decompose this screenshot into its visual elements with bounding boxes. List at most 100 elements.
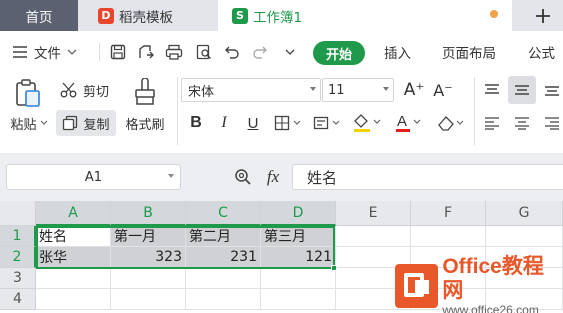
- row-header-label: 4: [13, 291, 22, 307]
- cell-f1[interactable]: [411, 226, 486, 247]
- cell-c3[interactable]: [186, 268, 261, 289]
- underline-icon: U: [247, 114, 259, 132]
- align-right-button[interactable]: [541, 111, 563, 135]
- name-box[interactable]: A1: [6, 164, 181, 190]
- menu-bar: 文件 开始 插入 页面布局 公式: [0, 31, 563, 73]
- cell-a4[interactable]: [36, 289, 111, 310]
- border-button[interactable]: [272, 110, 306, 136]
- align-middle-button[interactable]: [508, 76, 536, 104]
- paste-button[interactable]: [12, 77, 44, 109]
- clipboard-icon: [16, 79, 40, 107]
- underline-button[interactable]: U: [242, 110, 264, 136]
- formula-input[interactable]: 姓名: [292, 164, 563, 190]
- chevron-down-icon: [310, 87, 316, 91]
- format-painter-button[interactable]: [130, 77, 160, 107]
- watermark: Office教程网 www.office26.com: [395, 254, 563, 313]
- bold-button[interactable]: B: [185, 110, 207, 136]
- row-header-4[interactable]: 4: [0, 289, 36, 310]
- column-header-g[interactable]: G: [486, 201, 563, 226]
- cell-style-button[interactable]: [311, 110, 345, 136]
- cell-b3[interactable]: [111, 268, 186, 289]
- fill-handle[interactable]: [331, 265, 337, 271]
- column-header-f[interactable]: F: [411, 201, 486, 226]
- row-header-2[interactable]: 2: [0, 247, 36, 268]
- cell-b4[interactable]: [111, 289, 186, 310]
- italic-button[interactable]: I: [213, 110, 235, 136]
- column-header-b[interactable]: B: [111, 201, 186, 226]
- cell-d1[interactable]: 第三月: [261, 226, 336, 247]
- ribbon-divider: [177, 77, 178, 145]
- row-header-label: 3: [13, 270, 22, 286]
- tab-home[interactable]: 首页: [0, 0, 78, 31]
- align-middle-icon: [515, 85, 529, 95]
- column-header-c[interactable]: C: [186, 201, 261, 226]
- column-header-a[interactable]: A: [36, 201, 111, 226]
- cell-b1[interactable]: 第一月: [111, 226, 186, 247]
- tab-insert[interactable]: 插入: [384, 31, 411, 73]
- align-right-icon: [545, 117, 559, 130]
- ribbon: 粘贴 剪切 复制 格式刷 宋体 11 A⁺ A⁻ B I U A: [0, 73, 563, 153]
- zoom-lookup-button[interactable]: [232, 166, 254, 188]
- cell-d3[interactable]: [261, 268, 336, 289]
- row-header-label: 2: [12, 249, 22, 265]
- column-header-e[interactable]: E: [336, 201, 411, 226]
- cell-a3[interactable]: [36, 268, 111, 289]
- align-bottom-button[interactable]: [541, 78, 563, 102]
- font-color-button[interactable]: A: [392, 110, 426, 136]
- redo-icon[interactable]: [250, 42, 270, 62]
- column-header-label: E: [368, 205, 378, 221]
- increase-font-button[interactable]: A⁺: [403, 78, 425, 102]
- fill-color-button[interactable]: [350, 110, 386, 136]
- cell-c1[interactable]: 第二月: [186, 226, 261, 247]
- column-header-d[interactable]: D: [261, 201, 336, 226]
- font-name-select[interactable]: 宋体: [181, 78, 321, 102]
- office-logo-icon: [395, 263, 439, 308]
- tab-page-layout[interactable]: 页面布局: [442, 31, 496, 73]
- cell-d2[interactable]: 121: [261, 247, 336, 268]
- formula-content: 姓名: [307, 168, 338, 187]
- tab-workbook[interactable]: S 工作簿1: [218, 0, 512, 31]
- format-painter-label: 格式刷: [125, 117, 165, 133]
- save-icon[interactable]: [108, 42, 128, 62]
- file-menu[interactable]: 文件: [12, 31, 77, 73]
- paste-dropdown[interactable]: 粘贴: [8, 113, 50, 133]
- cell-a1[interactable]: 姓名: [36, 226, 111, 247]
- font-size-select[interactable]: 11: [322, 78, 394, 102]
- chevron-down-icon: [168, 174, 174, 178]
- insert-function-button[interactable]: fx: [262, 166, 284, 188]
- align-left-button[interactable]: [481, 111, 503, 135]
- customize-dropdown-icon[interactable]: [280, 42, 300, 62]
- tab-formula[interactable]: 公式: [528, 31, 555, 73]
- cell-c4[interactable]: [186, 289, 261, 310]
- undo-icon[interactable]: [222, 42, 242, 62]
- cell-a2[interactable]: 张华: [36, 247, 111, 268]
- select-all-corner[interactable]: [0, 201, 36, 226]
- align-center-button[interactable]: [511, 111, 533, 135]
- print-icon[interactable]: [164, 42, 184, 62]
- watermark-brand: Office教程网: [442, 254, 544, 302]
- cell-reference: A1: [84, 169, 103, 185]
- paste-label: 粘贴: [10, 117, 37, 133]
- tab-template[interactable]: D 稻壳模板: [84, 0, 214, 31]
- row-header-3[interactable]: 3: [0, 268, 36, 289]
- cut-button[interactable]: 剪切: [60, 78, 118, 102]
- row-header-1[interactable]: 1: [0, 226, 36, 247]
- row-header-label: 1: [12, 228, 22, 244]
- tab-start[interactable]: 开始: [313, 41, 365, 65]
- tab-workbook-label: 工作簿1: [253, 9, 303, 26]
- column-header-label: A: [68, 204, 78, 221]
- align-top-button[interactable]: [481, 78, 503, 102]
- print-preview-icon[interactable]: [194, 42, 214, 62]
- copy-button[interactable]: 复制: [56, 110, 116, 136]
- clear-format-button[interactable]: [434, 110, 468, 136]
- cell-e1[interactable]: [336, 226, 411, 247]
- scissors-icon: [60, 82, 77, 98]
- cell-c2[interactable]: 231: [186, 247, 261, 268]
- new-tab-button[interactable]: [522, 0, 563, 31]
- column-header-label: F: [443, 205, 453, 221]
- cell-g1[interactable]: [486, 226, 563, 247]
- export-icon[interactable]: [136, 42, 156, 62]
- cell-d4[interactable]: [261, 289, 336, 310]
- decrease-font-button[interactable]: A⁻: [432, 78, 454, 102]
- cell-b2[interactable]: 323: [111, 247, 186, 268]
